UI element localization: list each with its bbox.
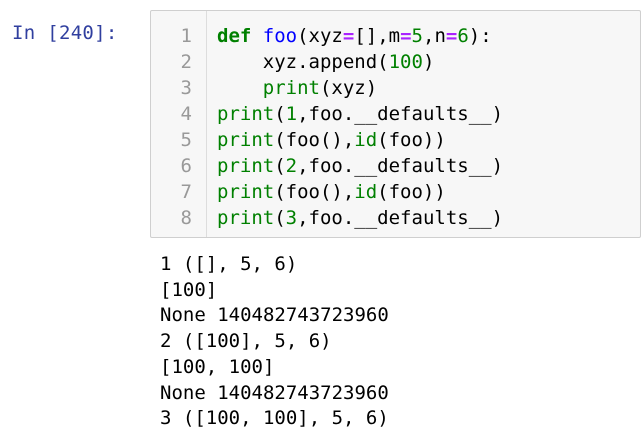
code-text: ( (274, 207, 286, 229)
output-line: [100, 100] (160, 355, 275, 378)
output-line: None 140482743723960 (160, 304, 389, 327)
code-text: ,foo.__defaults__) (297, 155, 504, 177)
line-number: 4 (180, 103, 192, 125)
code-line: print(2,foo.__defaults__) (217, 153, 503, 179)
builtin-print: print (262, 77, 320, 99)
line-number: 3 (180, 77, 192, 99)
code-text: (foo(), (274, 129, 355, 151)
code-text: ) (422, 51, 435, 73)
line-number: 2 (180, 51, 192, 73)
line-number: 8 (180, 207, 192, 229)
line-number: 5 (180, 129, 192, 151)
number-literal: 100 (388, 51, 423, 73)
function-name: foo (262, 25, 298, 47)
builtin-id: id (354, 181, 378, 203)
line-number: 7 (180, 181, 192, 203)
code-line: print(1,foo.__defaults__) (217, 101, 503, 127)
builtin-print: print (217, 207, 275, 229)
code-text: ( (274, 103, 286, 125)
number-literal: 1 (285, 103, 298, 125)
code-line: xyz.append(100) (217, 49, 435, 75)
output-line: 1 ([], 5, 6) (160, 253, 298, 275)
code-text: (foo(), (274, 181, 355, 203)
code-line: def foo(xyz=[],m=5,n=6): (217, 23, 492, 49)
code-text: ( (274, 155, 286, 177)
code-text: (xyz (297, 25, 343, 47)
code-text: xyz.append( (262, 51, 389, 73)
builtin-print: print (217, 129, 275, 151)
input-prompt: In [240]: (12, 22, 118, 44)
number-literal: 5 (411, 25, 423, 47)
code-line: print(foo(),id(foo)) (217, 179, 446, 205)
operator: = (342, 25, 355, 47)
number-literal: 2 (285, 155, 298, 177)
output-line: None 140482743723960 (160, 381, 389, 404)
output-line: 3 ([100, 100], 5, 6) (160, 407, 389, 430)
output-line: [100] (160, 278, 218, 301)
line-number: 6 (180, 155, 192, 177)
code-text: (foo)) (377, 181, 446, 203)
code-line: print(foo(),id(foo)) (217, 127, 446, 153)
builtin-id: id (354, 129, 378, 151)
code-text: ,n (423, 25, 446, 47)
code-text: ,foo.__defaults__) (297, 207, 504, 229)
code-text: (foo)) (377, 129, 446, 151)
operator: = (445, 25, 458, 47)
operator: = (400, 25, 412, 47)
number-literal: 3 (285, 207, 298, 229)
cell-output: 1 ([], 5, 6) [100] None 140482743723960 … (160, 252, 389, 432)
builtin-print: print (217, 155, 275, 177)
code-line: print(3,foo.__defaults__) (217, 205, 503, 231)
code-text: (xyz) (319, 77, 378, 99)
code-cell-editor[interactable]: 1 2 3 4 5 6 7 8 def foo(xyz=[],m=5,n=6):… (150, 10, 641, 238)
code-line: print(xyz) (217, 75, 377, 101)
builtin-print: print (217, 181, 275, 203)
builtin-print: print (217, 103, 275, 125)
line-number-gutter: 1 2 3 4 5 6 7 8 (151, 11, 207, 237)
code-text: [],m (354, 25, 401, 47)
number-literal: 6 (457, 25, 469, 47)
code-text: ,foo.__defaults__) (297, 103, 504, 125)
output-line: 2 ([100], 5, 6) (160, 330, 332, 353)
code-text: ): (468, 25, 492, 47)
line-number: 1 (180, 25, 192, 47)
keyword-def: def (217, 25, 252, 47)
